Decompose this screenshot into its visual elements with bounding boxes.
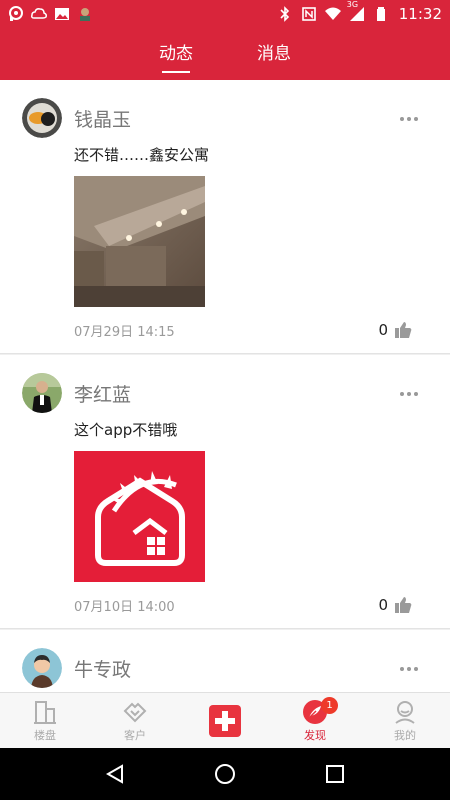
recents-icon[interactable]	[324, 763, 346, 785]
cloud-notification-icon	[31, 8, 47, 19]
post-card[interactable]: 钱晶玉 还不错……鑫安公寓 07月29日 14:15 0	[0, 80, 450, 354]
nav-label: 我的	[394, 728, 416, 742]
nav-buildings[interactable]: 楼盘	[0, 693, 90, 748]
plus-icon	[209, 704, 241, 737]
tab-messages[interactable]: 消息	[257, 39, 291, 70]
battery-icon	[376, 7, 385, 21]
app-notification-icon	[80, 8, 90, 21]
clock: 11:32	[398, 5, 442, 23]
author-name[interactable]: 李红蓝	[74, 380, 131, 407]
more-options-icon[interactable]	[400, 106, 422, 121]
system-nav-bar	[0, 748, 450, 800]
post-card[interactable]: 李红蓝 这个app不错哦 07月10日 14:00 0	[0, 355, 450, 629]
nav-label: 发现	[304, 728, 326, 742]
top-tab-bar: 动态 消息	[0, 28, 450, 80]
nav-discover[interactable]: 1 发现	[270, 693, 360, 748]
like-count: 0	[378, 321, 388, 339]
building-icon	[34, 700, 56, 724]
thumbs-up-icon	[395, 322, 412, 338]
post-text: 这个app不错哦	[74, 421, 178, 439]
nfc-icon	[301, 7, 316, 21]
post-timestamp: 07月29日 14:15	[74, 324, 175, 340]
like-count: 0	[378, 596, 388, 614]
author-name[interactable]: 钱晶玉	[74, 105, 131, 132]
post-text: 还不错……鑫安公寓	[74, 146, 210, 164]
home-icon[interactable]	[214, 763, 236, 785]
avatar[interactable]	[22, 648, 62, 688]
feed-list[interactable]: 钱晶玉 还不错……鑫安公寓 07月29日 14:15 0 李红蓝 这个app不错…	[0, 80, 450, 692]
avatar[interactable]	[22, 98, 62, 138]
nav-label: 楼盘	[34, 728, 56, 742]
thumbs-up-icon	[395, 597, 412, 613]
more-options-icon[interactable]	[400, 381, 422, 396]
post-timestamp: 07月10日 14:00	[74, 599, 175, 615]
nav-label: 客户	[124, 728, 146, 742]
chat-notification-icon	[9, 6, 23, 21]
network-type: 3G	[346, 0, 359, 9]
handshake-icon	[123, 702, 147, 722]
author-name[interactable]: 牛专政	[74, 655, 131, 682]
wifi-icon	[324, 7, 341, 20]
nav-customers[interactable]: 客户	[90, 693, 180, 748]
avatar[interactable]	[22, 373, 62, 413]
back-icon[interactable]	[104, 763, 126, 785]
like-button[interactable]: 0	[378, 596, 412, 614]
like-button[interactable]: 0	[378, 321, 412, 339]
status-bar: 3G 11:32	[0, 0, 450, 28]
tab-dynamics[interactable]: 动态	[159, 39, 193, 73]
bottom-nav: 楼盘 客户 1 发现 我的	[0, 692, 450, 748]
notification-badge: 1	[321, 697, 338, 714]
image-notification-icon	[55, 8, 69, 20]
bluetooth-icon	[280, 6, 289, 22]
post-card[interactable]: 牛专政	[0, 630, 450, 692]
nav-publish[interactable]	[180, 693, 270, 748]
app-logo-image[interactable]	[74, 451, 205, 582]
post-image[interactable]	[74, 176, 205, 307]
more-options-icon[interactable]	[400, 656, 422, 671]
nav-mine[interactable]: 我的	[360, 693, 450, 748]
person-icon	[395, 700, 415, 724]
